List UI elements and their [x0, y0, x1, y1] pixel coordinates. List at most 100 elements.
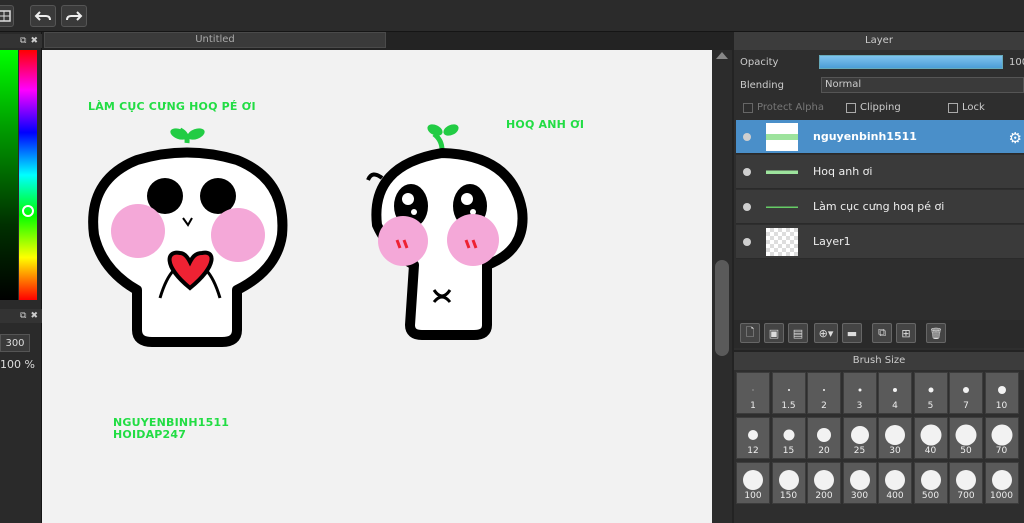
- lock-checkbox[interactable]: Lock: [948, 102, 985, 113]
- opacity-slider[interactable]: [819, 55, 1003, 69]
- undo-button[interactable]: [30, 5, 56, 27]
- protect-alpha-checkbox[interactable]: Protect Alpha: [743, 102, 824, 113]
- brush-preview-dot: [743, 470, 763, 490]
- gear-icon[interactable]: ⚙: [1009, 129, 1022, 147]
- brush-size-3[interactable]: 3: [842, 372, 877, 414]
- close-icon[interactable]: ✖: [30, 36, 38, 46]
- layer-name: Hoq anh ơi: [813, 165, 873, 178]
- merge-layer-button[interactable]: ⧉: [872, 323, 892, 343]
- brush-size-7[interactable]: 7: [949, 372, 983, 414]
- trash-icon: 🗑: [929, 326, 943, 340]
- hue-slider[interactable]: [19, 50, 37, 300]
- close-icon[interactable]: ✖: [30, 311, 38, 321]
- brush-preview-dot: [920, 424, 941, 446]
- brush-size-field[interactable]: 300: [0, 334, 30, 352]
- brush-size-20[interactable]: 20: [807, 417, 841, 459]
- brush-size-label: 10: [995, 401, 1008, 411]
- opacity-label: Opacity: [740, 57, 779, 68]
- right-character-drawing: [366, 124, 528, 340]
- brush-size-label: 400: [886, 491, 904, 501]
- popout-icon[interactable]: ⧉: [20, 36, 26, 46]
- brush-size-panel: Brush Size 1 1.5 2 3 4 5 7 10 12 15 20 25 30 40 50 70 10…: [734, 352, 1024, 523]
- brush-preview-dot: [748, 430, 758, 440]
- visibility-icon[interactable]: [743, 203, 751, 211]
- brush-size-label: 100: [744, 491, 762, 501]
- layer-name: Layer1: [813, 235, 851, 248]
- brush-size-label: 4: [892, 401, 898, 411]
- layer-row-layer1[interactable]: Layer1: [736, 225, 1024, 259]
- brush-size-300[interactable]: 300: [842, 462, 877, 504]
- app-window: ⧉ ✖ ⧉ ✖ 300 100 % Untitled LÀM CỤC CƯNG …: [0, 0, 1024, 523]
- brush-size-1000[interactable]: 1000: [984, 462, 1019, 504]
- brush-preview-dot: [885, 425, 905, 445]
- brush-size-70[interactable]: 70: [984, 417, 1019, 459]
- brush-size-700[interactable]: 700: [949, 462, 983, 504]
- popout-icon[interactable]: ⧉: [20, 311, 26, 321]
- brush-size-100[interactable]: 100: [736, 462, 770, 504]
- scroll-up-icon[interactable]: [716, 52, 728, 59]
- brush-preview-dot: [814, 470, 834, 490]
- clipping-checkbox[interactable]: Clipping: [846, 102, 901, 113]
- brush-preview-dot: [850, 426, 869, 444]
- brush-size-1[interactable]: 1: [736, 372, 770, 414]
- layer-row-nguyenbinh1511[interactable]: nguyenbinh1511 ⚙: [736, 120, 1024, 154]
- brush-size-500[interactable]: 500: [913, 462, 948, 504]
- new-layer-icon: 🗋: [745, 325, 755, 339]
- layer-thumbnail: [766, 123, 798, 151]
- import-layer-button[interactable]: ▤: [788, 323, 808, 343]
- brush-size-150[interactable]: 150: [771, 462, 806, 504]
- brush-size-400[interactable]: 400: [878, 462, 912, 504]
- visibility-icon[interactable]: [743, 133, 751, 141]
- duplicate-layer-button[interactable]: ▣: [764, 323, 784, 343]
- color-value-slider[interactable]: [0, 50, 18, 300]
- layer-thumbnail: [766, 193, 798, 221]
- hue-slider-knob[interactable]: [22, 205, 34, 217]
- brush-size-label: 1: [750, 401, 756, 411]
- color-panel-header: ⧉ ✖: [0, 34, 42, 48]
- layer-row-hoq-anh-oi[interactable]: Hoq anh ơi: [736, 155, 1024, 189]
- brush-preview-dot: [997, 386, 1006, 394]
- visibility-icon[interactable]: [743, 238, 751, 246]
- brush-preview-dot: [849, 470, 870, 490]
- brush-size-12[interactable]: 12: [736, 417, 770, 459]
- new-layer-button[interactable]: 🗋: [740, 323, 760, 343]
- add-layer-menu-button[interactable]: ⊕▾: [814, 323, 838, 343]
- visibility-icon[interactable]: [743, 168, 751, 176]
- brush-panel-header: ⧉ ✖: [0, 309, 42, 323]
- brush-size-1.5[interactable]: 1.5: [771, 372, 806, 414]
- brush-size-50[interactable]: 50: [949, 417, 983, 459]
- layer-panel-title: Layer: [734, 32, 1024, 50]
- layer-name: nguyenbinh1511: [813, 130, 917, 143]
- brush-size-25[interactable]: 25: [842, 417, 877, 459]
- canvas-caption-left: LÀM CỤC CƯNG HOQ PÉ ƠI: [88, 100, 256, 113]
- tab-untitled[interactable]: Untitled: [44, 32, 386, 48]
- layer-row-lam-cuc-cung[interactable]: Làm cục cưng hoq pé ơi: [736, 190, 1024, 224]
- blending-select[interactable]: Normal: [821, 77, 1024, 93]
- lock-label: Lock: [962, 102, 985, 113]
- brush-size-label: 50: [960, 446, 972, 456]
- brush-size-5[interactable]: 5: [913, 372, 948, 414]
- folder-icon: ▬: [846, 326, 858, 340]
- drawing-canvas[interactable]: LÀM CỤC CƯNG HOQ PÉ ƠI HOQ ANH ƠI NGUYEN…: [42, 50, 712, 523]
- brush-size-4[interactable]: 4: [878, 372, 912, 414]
- merge-icon: ⧉: [878, 326, 886, 339]
- undo-icon: [34, 11, 51, 21]
- brush-size-10[interactable]: 10: [984, 372, 1019, 414]
- grid-button[interactable]: [0, 5, 14, 27]
- brush-size-label: 30: [889, 446, 901, 456]
- brush-size-label: 2: [821, 401, 827, 411]
- delete-layer-button[interactable]: 🗑: [926, 323, 946, 343]
- canvas-scrollbar-thumb[interactable]: [715, 260, 729, 356]
- brush-size-200[interactable]: 200: [807, 462, 841, 504]
- layer-options-button[interactable]: ⊞: [896, 323, 916, 343]
- brush-size-label: 5: [927, 401, 934, 411]
- brush-size-40[interactable]: 40: [913, 417, 948, 459]
- brush-size-15[interactable]: 15: [771, 417, 806, 459]
- brush-size-label: 700: [957, 491, 975, 501]
- brush-size-2[interactable]: 2: [807, 372, 841, 414]
- brush-size-label: 1000: [990, 491, 1013, 501]
- redo-button[interactable]: [61, 5, 87, 27]
- file-icon: ▤: [792, 326, 804, 340]
- new-folder-button[interactable]: ▬: [842, 323, 862, 343]
- brush-size-30[interactable]: 30: [878, 417, 912, 459]
